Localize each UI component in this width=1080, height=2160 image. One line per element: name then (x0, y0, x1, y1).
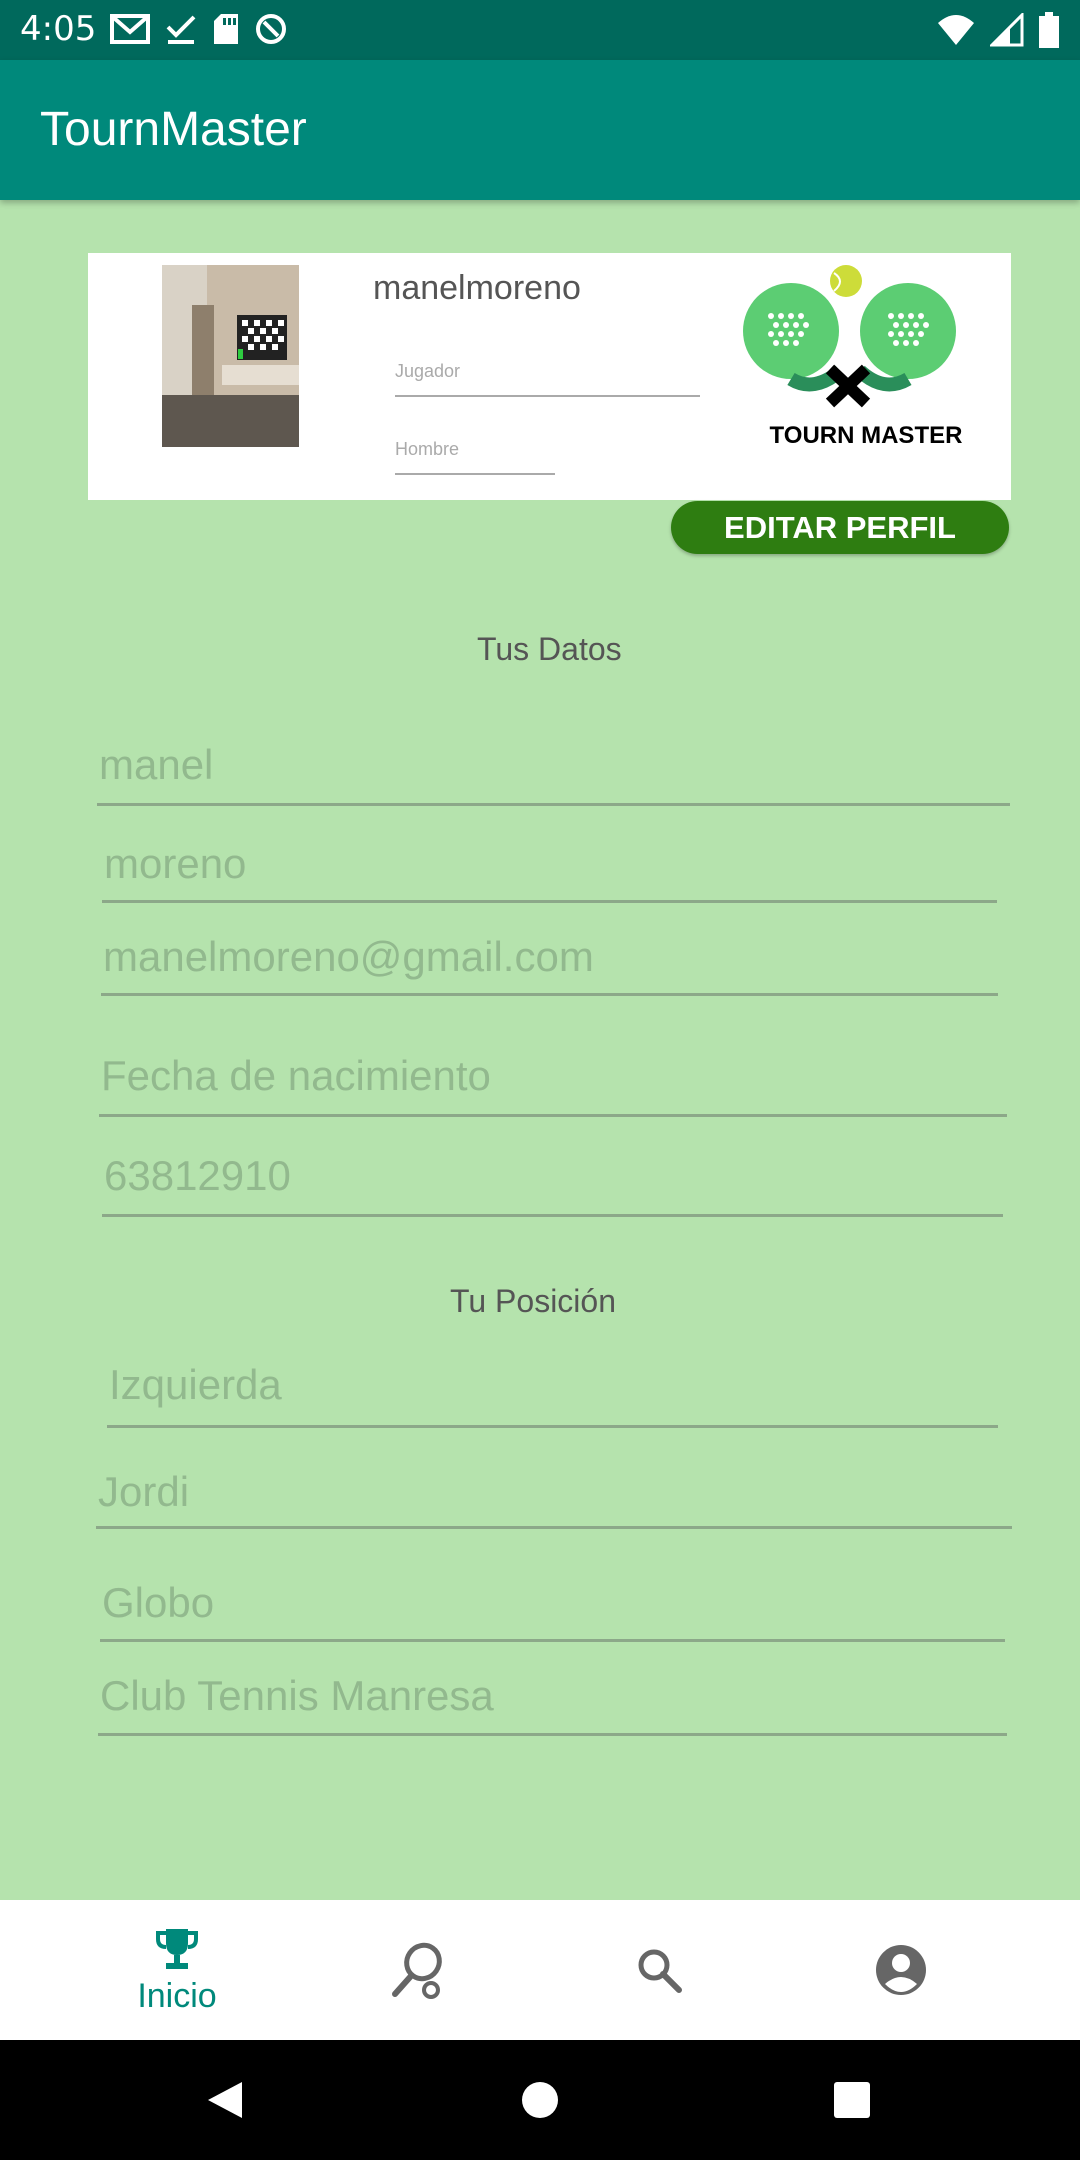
system-navigation-bar (0, 2040, 1080, 2160)
tournmaster-logo: TOURN MASTER (736, 261, 996, 451)
status-icons-left (110, 12, 288, 46)
account-icon (876, 1945, 926, 1995)
sd-card-icon (214, 14, 238, 44)
bottom-navigation: Inicio (0, 1900, 1080, 2040)
gender-field[interactable]: Hombre (395, 439, 555, 475)
nav-label-inicio: Inicio (137, 1976, 217, 2015)
search-icon (638, 1949, 682, 1993)
battery-icon (1039, 12, 1059, 48)
phone-field[interactable]: 63812910 (102, 1155, 1003, 1217)
wifi-icon (938, 15, 974, 45)
status-time: 4:05 (20, 9, 97, 49)
back-icon[interactable] (204, 2080, 244, 2120)
edit-profile-button[interactable]: EDITAR PERFIL (671, 501, 1009, 554)
trophy-icon (156, 1928, 198, 1969)
app-title: TournMaster (40, 103, 307, 156)
logo-text: TOURN MASTER (770, 422, 963, 449)
position-section-title: Tu Posición (450, 1283, 616, 1319)
status-icons-right (936, 12, 1060, 48)
shot-field[interactable]: Globo (100, 1582, 1005, 1642)
status-bar: 4:05 (0, 0, 1080, 60)
task-done-icon (166, 15, 196, 44)
data-section-title: Tus Datos (477, 631, 622, 667)
email-field[interactable]: manelmoreno@gmail.com (101, 936, 998, 996)
app-bar: TournMaster (0, 60, 1080, 200)
club-field[interactable]: Club Tennis Manresa (98, 1675, 1007, 1736)
racket-icon (392, 1942, 442, 1999)
username: manelmoreno (373, 269, 581, 307)
profile-photo[interactable] (162, 265, 299, 447)
role-placeholder: Jugador (395, 361, 461, 381)
nav-item-search[interactable] (524, 1900, 794, 2040)
sync-icon (256, 14, 286, 44)
profile-card: manelmoreno Jugador Hombre TOURN MASTER (88, 253, 1011, 500)
gmail-icon (110, 14, 150, 44)
birth-date-field[interactable]: Fecha de nacimiento (99, 1055, 1007, 1117)
role-field[interactable]: Jugador (395, 361, 700, 397)
last-name-field[interactable]: moreno (102, 843, 997, 903)
home-icon[interactable] (520, 2080, 560, 2120)
side-field[interactable]: Izquierda (107, 1364, 998, 1428)
nav-item-profile[interactable] (766, 1900, 1036, 2040)
recents-icon[interactable] (832, 2080, 872, 2120)
signal-icon (990, 13, 1024, 47)
nav-item-racket[interactable] (284, 1900, 554, 2040)
nav-item-inicio[interactable]: Inicio (42, 1900, 312, 2040)
first-name-field[interactable]: manel (97, 744, 1010, 806)
gender-placeholder: Hombre (395, 439, 460, 459)
partner-field[interactable]: Jordi (96, 1471, 1012, 1529)
